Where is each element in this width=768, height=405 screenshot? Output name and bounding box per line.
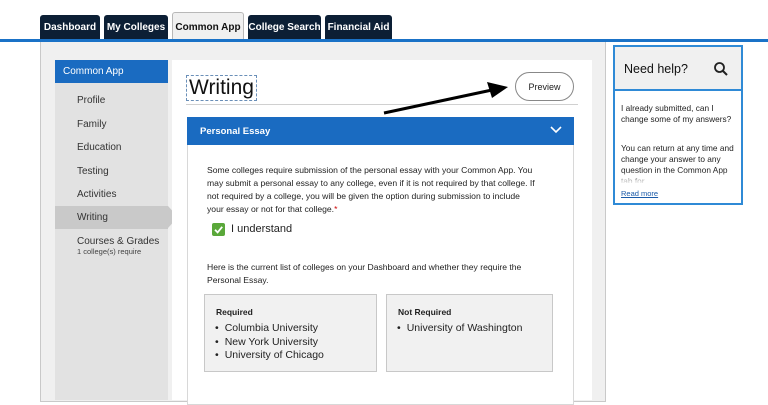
sidebar-item-profile[interactable]: Profile	[77, 95, 105, 106]
help-question: I already submitted, can I change some o…	[621, 103, 732, 124]
list-item: New York University	[215, 336, 324, 350]
list-item: University of Washington	[397, 322, 523, 336]
help-text-fade	[615, 171, 741, 185]
required-college-list: Columbia University New York University …	[215, 322, 324, 363]
sidebar-item-family[interactable]: Family	[77, 119, 106, 130]
personal-essay-accordion-header[interactable]: Personal Essay	[187, 117, 574, 145]
chevron-down-icon[interactable]	[549, 123, 563, 137]
essay-requirement-text: Some colleges require submission of the …	[207, 165, 535, 214]
sidebar-item-activities[interactable]: Activities	[77, 189, 116, 200]
required-asterisk: *	[334, 204, 338, 214]
i-understand-checkbox[interactable]	[212, 223, 225, 236]
not-required-colleges-box: Not Required University of Washington	[386, 294, 553, 372]
tab-financial-aid[interactable]: Financial Aid	[325, 15, 392, 40]
help-title: Need help?	[624, 62, 688, 76]
preview-button[interactable]: Preview	[515, 72, 574, 101]
page-title: Writing	[186, 75, 257, 101]
search-icon[interactable]	[713, 61, 729, 77]
tab-dashboard[interactable]: Dashboard	[40, 15, 100, 40]
checkmark-icon	[214, 226, 223, 234]
read-more-link[interactable]: Read more	[621, 189, 658, 198]
list-item: University of Chicago	[215, 349, 324, 363]
tab-college-search[interactable]: College Search	[248, 15, 321, 40]
sidebar-item-courses-grades[interactable]: Courses & Grades	[77, 236, 159, 247]
required-colleges-box: Required Columbia University New York Un…	[204, 294, 377, 372]
help-panel: Need help? I already submitted, can I ch…	[613, 45, 743, 205]
sidebar-header: Common App	[55, 60, 168, 83]
sidebar-active-highlight	[55, 206, 168, 229]
sidebar-item-education[interactable]: Education	[77, 142, 121, 153]
sidebar-item-courses-subtext: 1 college(s) require	[77, 247, 142, 256]
help-panel-header: Need help?	[615, 47, 741, 91]
sidebar: Common App Profile Family Education Test…	[55, 60, 178, 400]
i-understand-label[interactable]: I understand	[231, 223, 292, 235]
tab-common-app[interactable]: Common App	[172, 12, 244, 42]
sidebar-item-writing[interactable]: Writing	[77, 212, 108, 223]
required-title: Required	[216, 307, 253, 317]
college-list-intro: Here is the current list of colleges on …	[207, 262, 522, 285]
not-required-title: Not Required	[398, 307, 452, 317]
callout-arrow-icon	[383, 82, 508, 115]
not-required-college-list: University of Washington	[397, 322, 523, 336]
tab-my-colleges[interactable]: My Colleges	[104, 15, 168, 40]
list-item: Columbia University	[215, 322, 324, 336]
sidebar-item-testing[interactable]: Testing	[77, 166, 109, 177]
